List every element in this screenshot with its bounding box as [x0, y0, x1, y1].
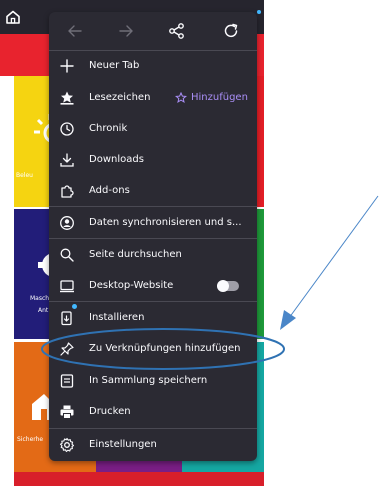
menu-item-bookmarks[interactable]: Lesezeichen Hinzufügen	[49, 82, 257, 113]
back-arrow-icon[interactable]	[65, 21, 85, 41]
menu-item-label: Chronik	[89, 123, 128, 134]
collection-icon	[59, 373, 75, 389]
menu-item-history[interactable]: Chronik	[49, 113, 257, 144]
notification-dot	[257, 10, 261, 14]
add-bookmark-label: Hinzufügen	[191, 92, 248, 103]
menu-item-label: Add-ons	[89, 185, 130, 196]
menu-item-label: Lesezeichen	[89, 92, 151, 103]
menu-item-label: Drucken	[89, 406, 131, 417]
menu-item-label: Daten synchronisieren und s...	[89, 217, 242, 228]
menu-item-label: In Sammlung speichern	[89, 375, 208, 386]
annotation-arrow-line	[288, 195, 379, 319]
tile-label: Sicherhe	[17, 436, 44, 443]
toggle-knob	[217, 279, 229, 292]
pin-icon	[59, 341, 75, 357]
search-icon	[59, 247, 75, 263]
menu-item-settings[interactable]: Einstellungen	[49, 429, 257, 460]
menu-item-label: Neuer Tab	[89, 60, 140, 71]
menu-item-sync[interactable]: Daten synchronisieren und s...	[49, 207, 257, 238]
account-icon	[59, 215, 75, 231]
settings-gear-icon	[59, 437, 75, 453]
tile-label: Ant	[38, 307, 49, 314]
menu-item-addons[interactable]: Add-ons	[49, 175, 257, 206]
footer-strip	[14, 472, 264, 486]
tile-label: Masch	[30, 295, 50, 302]
menu-item-label: Zu Verknüpfungen hinzufügen	[89, 343, 241, 354]
download-icon	[59, 152, 75, 168]
home-icon[interactable]	[4, 8, 22, 26]
menu-item-print[interactable]: Drucken	[49, 396, 257, 427]
menu-item-label: Einstellungen	[89, 439, 157, 450]
menu-item-add-to-shortcuts[interactable]: Zu Verknüpfungen hinzufügen	[49, 333, 257, 364]
plus-icon	[59, 58, 75, 74]
annotation-arrowhead	[280, 310, 296, 330]
menu-item-find-in-page[interactable]: Seite durchsuchen	[49, 239, 257, 270]
menu-item-desktop-site[interactable]: Desktop-Website	[49, 270, 257, 301]
menu-item-downloads[interactable]: Downloads	[49, 144, 257, 175]
install-badge-dot	[72, 304, 77, 309]
menu-item-label: Installieren	[89, 312, 145, 323]
menu-item-label: Downloads	[89, 154, 144, 165]
browser-menu: Neuer Tab Lesezeichen Hinzufügen Chronik…	[49, 12, 257, 461]
share-icon[interactable]	[167, 21, 187, 41]
desktop-icon	[59, 278, 75, 294]
menu-item-save-to-collection[interactable]: In Sammlung speichern	[49, 365, 257, 396]
add-bookmark-button[interactable]: Hinzufügen	[175, 91, 248, 104]
puzzle-icon	[59, 183, 75, 199]
print-icon	[59, 404, 75, 420]
menu-item-label: Desktop-Website	[89, 280, 174, 291]
bookmarks-icon	[59, 90, 75, 106]
menu-item-install[interactable]: Installieren	[49, 302, 257, 333]
history-clock-icon	[59, 121, 75, 137]
desktop-site-toggle[interactable]	[217, 279, 239, 292]
forward-arrow-icon[interactable]	[116, 21, 136, 41]
menu-toolbar	[49, 12, 257, 50]
menu-item-new-tab[interactable]: Neuer Tab	[49, 50, 257, 81]
star-outline-icon	[175, 91, 187, 103]
menu-item-label: Seite durchsuchen	[89, 249, 182, 260]
reload-icon[interactable]	[221, 21, 241, 41]
install-icon	[59, 310, 75, 326]
tile-label: Beleu	[16, 172, 33, 179]
